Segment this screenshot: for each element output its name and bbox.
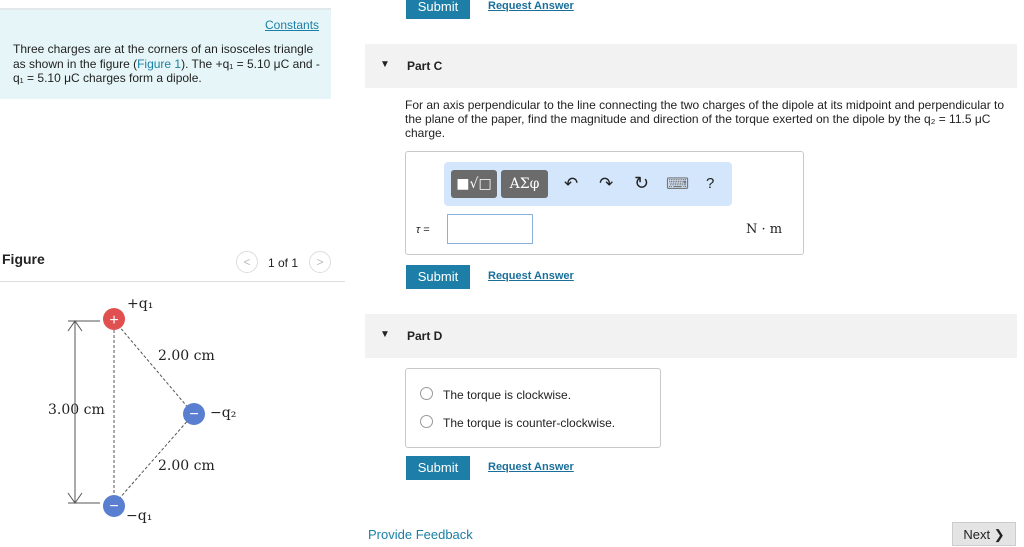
- constants-link[interactable]: Constants: [265, 18, 319, 32]
- reset-icon[interactable]: ↻: [634, 173, 649, 194]
- label-q2: −q₂: [210, 405, 237, 421]
- provide-feedback-link[interactable]: Provide Feedback: [368, 527, 473, 542]
- prev-figure-button[interactable]: <: [236, 251, 258, 273]
- undo-icon[interactable]: ↶: [564, 174, 578, 194]
- options-box: The torque is clockwise. The torque is c…: [405, 368, 661, 448]
- request-answer-partB[interactable]: Request Answer: [488, 0, 574, 12]
- problem-text: Three charges are at the corners of an i…: [13, 42, 323, 86]
- label-side-bottom: 2.00 cm: [158, 458, 215, 474]
- help-icon[interactable]: ?: [706, 175, 714, 192]
- answer-box: ■√□ ΑΣφ ↶ ↷ ↻ ⌨ ? τ = N · m: [405, 151, 804, 255]
- next-figure-button[interactable]: >: [309, 251, 331, 273]
- figure-title: Figure: [2, 251, 45, 267]
- label-height: 3.00 cm: [48, 402, 105, 418]
- submit-button-partB[interactable]: Submit: [406, 0, 470, 19]
- option-clockwise[interactable]: The torque is clockwise.: [443, 388, 571, 402]
- intro-panel: Constants Three charges are at the corne…: [0, 8, 331, 99]
- part-c-title: Part C: [407, 59, 443, 73]
- greek-button[interactable]: ΑΣφ: [501, 170, 548, 198]
- part-c-question: For an axis perpendicular to the line co…: [405, 98, 1005, 140]
- collapse-icon: ▼: [380, 59, 390, 70]
- divider: [0, 281, 345, 282]
- part-d-header[interactable]: ▼ Part D: [365, 314, 1017, 358]
- radio-counter-clockwise[interactable]: [420, 415, 433, 428]
- radio-clockwise[interactable]: [420, 387, 433, 400]
- submit-button-partD[interactable]: Submit: [406, 456, 470, 480]
- svg-text:−: −: [109, 498, 118, 515]
- label-side-top: 2.00 cm: [158, 348, 215, 364]
- request-answer-partC[interactable]: Request Answer: [488, 270, 574, 282]
- label-q1-plus: +q₁: [127, 296, 154, 312]
- submit-button-partC[interactable]: Submit: [406, 265, 470, 289]
- figure-pager: 1 of 1: [268, 256, 299, 270]
- part-d-title: Part D: [407, 329, 443, 343]
- svg-text:−: −: [189, 406, 198, 423]
- request-answer-partD[interactable]: Request Answer: [488, 461, 574, 473]
- unit-label: N · m: [746, 222, 783, 237]
- torque-input[interactable]: [447, 214, 533, 244]
- keyboard-icon[interactable]: ⌨: [666, 174, 689, 194]
- part-c-header[interactable]: ▼ Part C: [365, 44, 1017, 88]
- collapse-icon: ▼: [380, 329, 390, 340]
- math-toolbar: ■√□ ΑΣφ ↶ ↷ ↻ ⌨ ?: [444, 162, 732, 206]
- option-counter-clockwise[interactable]: The torque is counter-clockwise.: [443, 416, 615, 430]
- label-q1-minus: −q₁: [126, 508, 153, 524]
- next-button[interactable]: Next ❯: [952, 522, 1016, 546]
- redo-icon[interactable]: ↷: [599, 174, 613, 194]
- templates-button[interactable]: ■√□: [451, 170, 497, 198]
- tau-label: τ =: [416, 224, 430, 236]
- svg-text:+: +: [109, 312, 118, 329]
- figure-link[interactable]: Figure 1: [137, 57, 181, 71]
